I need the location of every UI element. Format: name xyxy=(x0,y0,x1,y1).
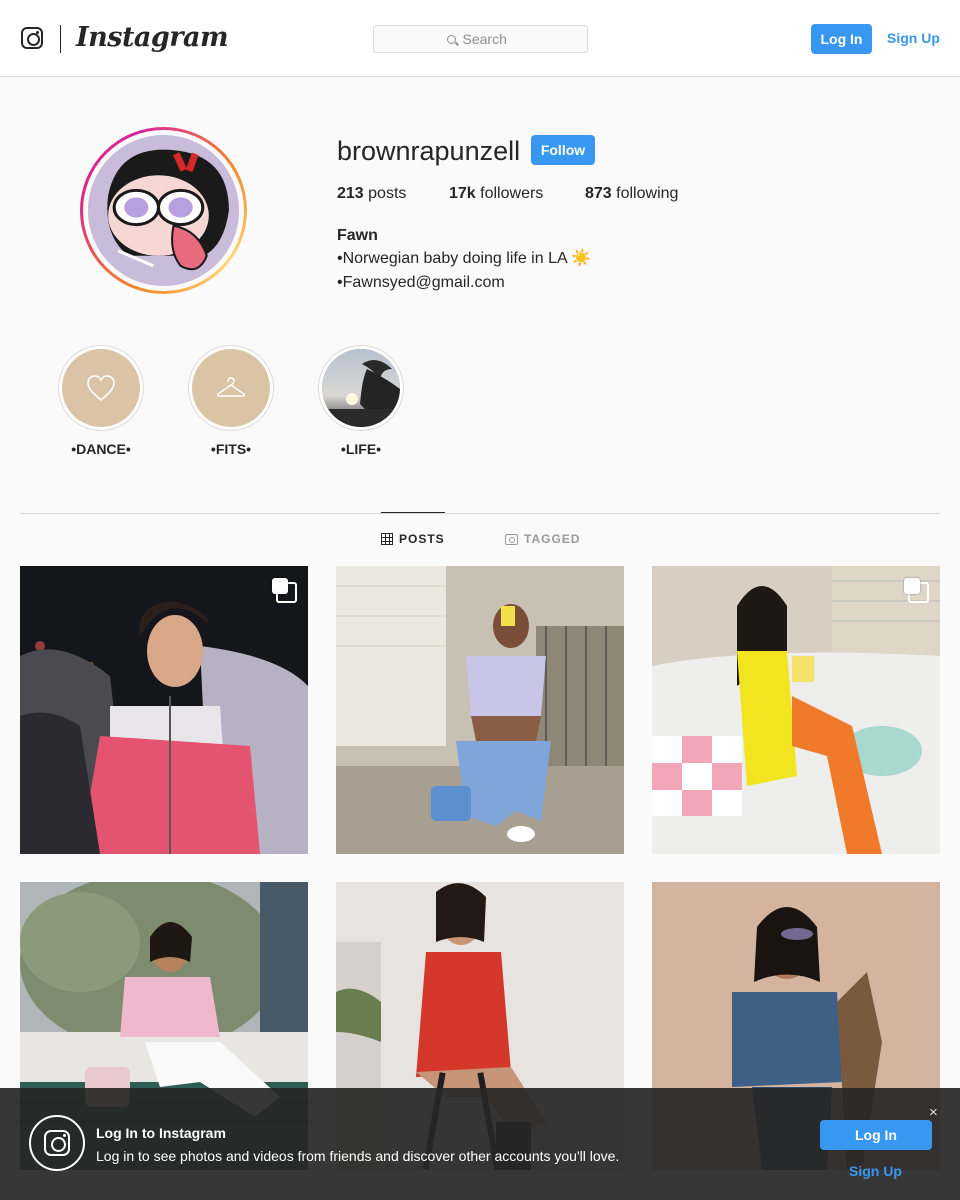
banner-text: Log in to see photos and videos from fri… xyxy=(96,1148,620,1164)
close-icon[interactable]: × xyxy=(929,1104,938,1121)
stat-posts: 213 posts xyxy=(337,185,406,203)
followers-label: followers xyxy=(480,185,544,202)
grid-icon xyxy=(381,533,393,545)
multiple-images-icon xyxy=(272,578,297,603)
instagram-glyph-icon[interactable] xyxy=(21,27,43,49)
following-label: following xyxy=(616,185,679,202)
top-navigation-bar: Instagram Log In Sign Up xyxy=(0,0,960,77)
tab-tagged[interactable]: TAGGED xyxy=(505,532,580,546)
signup-link[interactable]: Sign Up xyxy=(887,30,940,46)
banner-signup-link[interactable]: Sign Up xyxy=(849,1163,902,1179)
tab-posts[interactable]: POSTS xyxy=(381,532,445,546)
post-thumbnail[interactable] xyxy=(20,566,308,854)
stat-following[interactable]: 873 following xyxy=(585,185,678,203)
hanger-icon xyxy=(216,377,246,397)
search-icon xyxy=(446,34,456,44)
search-input[interactable] xyxy=(462,31,515,47)
tab-label: POSTS xyxy=(399,532,445,546)
post-thumbnail[interactable] xyxy=(652,566,940,854)
banner-login-button[interactable]: Log In xyxy=(820,1120,932,1150)
palm-tree-photo xyxy=(322,349,400,427)
heart-icon xyxy=(87,375,115,402)
following-count: 873 xyxy=(585,185,612,202)
active-tab-indicator xyxy=(381,512,445,513)
instagram-glyph-icon xyxy=(29,1115,85,1171)
bio-line-2: •Fawnsyed@gmail.com xyxy=(337,274,505,291)
tabs-divider xyxy=(20,513,940,514)
followers-count: 17k xyxy=(449,185,476,202)
posts-label: posts xyxy=(368,185,407,202)
login-button[interactable]: Log In xyxy=(811,24,872,54)
profile-username: brownrapunzell xyxy=(337,136,521,166)
profile-full-name: Fawn xyxy=(337,227,378,244)
search-box[interactable] xyxy=(373,25,588,53)
highlight-fits[interactable]: •FITS• xyxy=(188,345,274,457)
sun-emoji-icon: ☀️ xyxy=(571,250,592,267)
highlight-label: •DANCE• xyxy=(71,441,131,457)
instagram-wordmark-logo[interactable]: Instagram xyxy=(76,22,229,53)
multiple-images-icon xyxy=(904,578,929,603)
tab-label: TAGGED xyxy=(524,532,581,546)
highlight-dance[interactable]: •DANCE• xyxy=(58,345,144,457)
profile-avatar-story-ring[interactable] xyxy=(80,127,247,294)
avatar xyxy=(88,135,239,286)
tagged-person-icon xyxy=(505,533,518,545)
bio-text: •Norwegian baby doing life in LA xyxy=(337,250,567,267)
follow-button[interactable]: Follow xyxy=(531,135,595,165)
banner-title: Log In to Instagram xyxy=(96,1125,226,1141)
highlight-label: •FITS• xyxy=(210,441,252,457)
post-thumbnail[interactable] xyxy=(336,566,624,854)
posts-count: 213 xyxy=(337,185,364,202)
bio-line-1: •Norwegian baby doing life in LA ☀️ xyxy=(337,247,591,271)
logo-divider xyxy=(60,25,61,53)
stat-followers[interactable]: 17k followers xyxy=(449,185,543,203)
login-banner: Log In to Instagram Log in to see photos… xyxy=(0,1088,960,1200)
highlight-life[interactable]: •LIFE• xyxy=(318,345,404,457)
highlight-label: •LIFE• xyxy=(340,441,382,457)
